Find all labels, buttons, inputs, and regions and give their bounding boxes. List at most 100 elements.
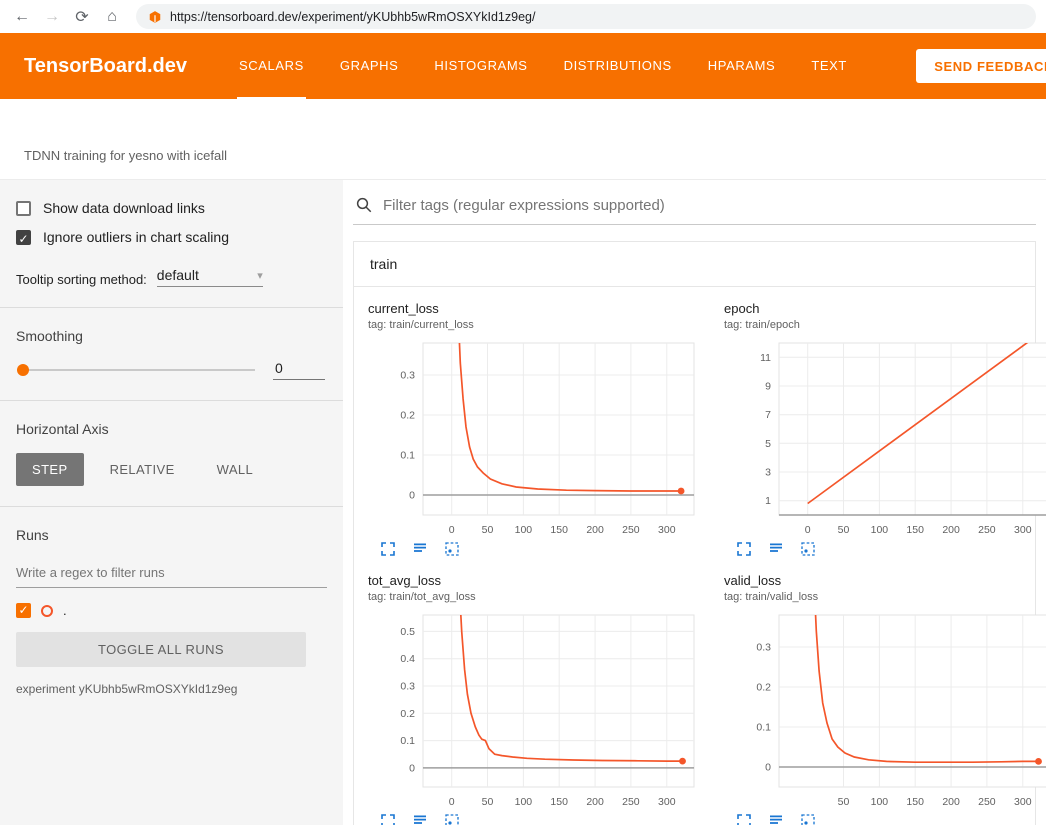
- data-lines-icon: [768, 541, 784, 557]
- search-icon: [355, 196, 373, 214]
- checkbox-label: Show data download links: [43, 200, 205, 216]
- checkbox-label: Ignore outliers in chart scaling: [43, 229, 229, 245]
- data-lines-icon: [412, 813, 428, 825]
- tab-scalars[interactable]: SCALARS: [237, 33, 306, 99]
- chart-data-button[interactable]: [412, 813, 428, 825]
- svg-text:100: 100: [871, 524, 889, 536]
- runs-label: Runs: [16, 527, 327, 543]
- svg-text:0.2: 0.2: [756, 682, 771, 694]
- horizontal-axis-label: Horizontal Axis: [16, 421, 327, 437]
- chart-toolbar: [724, 541, 1046, 557]
- run-checkbox[interactable]: ✓: [16, 603, 31, 618]
- tooltip-sorting-dropdown[interactable]: default ▾: [157, 267, 263, 287]
- smoothing-value-input[interactable]: 0: [273, 360, 325, 380]
- back-button[interactable]: ←: [10, 5, 34, 29]
- send-feedback-button[interactable]: SEND FEEDBACK: [916, 49, 1046, 83]
- chart-toolbar: [368, 813, 698, 825]
- chart-plot[interactable]: 5010015020025030000.10.20.3: [724, 609, 1046, 809]
- data-lines-icon: [412, 541, 428, 557]
- svg-text:200: 200: [586, 796, 604, 808]
- smoothing-slider-row: 0: [18, 360, 325, 380]
- chart-tag: tag: train/valid_loss: [724, 591, 1046, 603]
- home-button[interactable]: ⌂: [100, 5, 124, 29]
- fit-domain-button[interactable]: [444, 541, 460, 557]
- svg-text:200: 200: [942, 524, 960, 536]
- expand-icon: [736, 541, 752, 557]
- axis-relative-button[interactable]: RELATIVE: [94, 453, 191, 486]
- fit-domain-button[interactable]: [800, 813, 816, 825]
- run-name: .: [63, 603, 67, 618]
- runs-filter-input[interactable]: [16, 559, 327, 588]
- svg-text:200: 200: [942, 796, 960, 808]
- svg-text:150: 150: [550, 524, 568, 536]
- svg-text:1: 1: [765, 495, 771, 507]
- chart-data-button[interactable]: [412, 541, 428, 557]
- tab-distributions[interactable]: DISTRIBUTIONS: [562, 33, 674, 99]
- expand-chart-button[interactable]: [736, 541, 752, 557]
- brand-title: TensorBoard.dev: [24, 55, 187, 78]
- checkbox-show-data-download-links[interactable]: Show data download links: [16, 200, 327, 216]
- svg-text:50: 50: [838, 796, 850, 808]
- reload-button[interactable]: ⟳: [70, 5, 94, 29]
- smoothing-slider[interactable]: [18, 369, 255, 371]
- svg-text:150: 150: [906, 524, 924, 536]
- svg-text:0.3: 0.3: [400, 681, 415, 693]
- tab-graphs[interactable]: GRAPHS: [338, 33, 401, 99]
- chart-card-current_loss: current_loss tag: train/current_loss 050…: [358, 301, 708, 557]
- tab-hparams[interactable]: HPARAMS: [706, 33, 778, 99]
- svg-text:50: 50: [482, 524, 494, 536]
- chart-data-button[interactable]: [768, 813, 784, 825]
- checkbox-list: Show data download links ✓ Ignore outliers…: [16, 200, 327, 245]
- svg-text:150: 150: [550, 796, 568, 808]
- tab-histograms[interactable]: HISTOGRAMS: [432, 33, 529, 99]
- run-row: ✓ .: [16, 603, 327, 618]
- expand-chart-button[interactable]: [380, 813, 396, 825]
- tab-text[interactable]: TEXT: [809, 33, 849, 99]
- fit-domain-icon: [800, 541, 816, 557]
- svg-text:9: 9: [765, 381, 771, 393]
- chart-plot[interactable]: 05010015020025030000.10.20.30.40.5: [368, 609, 698, 809]
- nav-tabs: SCALARS GRAPHS HISTOGRAMS DISTRIBUTIONS HPAR…: [237, 33, 849, 99]
- fit-domain-icon: [444, 813, 460, 825]
- svg-text:0.2: 0.2: [400, 708, 415, 720]
- checkbox-ignore-outliers-in-chart-scaling[interactable]: ✓ Ignore outliers in chart scaling: [16, 229, 327, 245]
- svg-text:0: 0: [449, 796, 455, 808]
- axis-step-button[interactable]: STEP: [16, 453, 84, 486]
- fit-domain-button[interactable]: [444, 813, 460, 825]
- address-bar[interactable]: https://tensorboard.dev/experiment/yKUbh…: [136, 4, 1036, 29]
- chart-tag: tag: train/tot_avg_loss: [368, 591, 698, 603]
- axis-wall-button[interactable]: WALL: [201, 453, 270, 486]
- chart-data-button[interactable]: [768, 541, 784, 557]
- tensorboard-favicon-icon: [148, 10, 162, 24]
- expand-chart-button[interactable]: [736, 813, 752, 825]
- smoothing-label: Smoothing: [16, 328, 327, 344]
- svg-text:100: 100: [515, 796, 533, 808]
- fit-domain-button[interactable]: [800, 541, 816, 557]
- toggle-all-runs-button[interactable]: TOGGLE ALL RUNS: [16, 632, 306, 667]
- svg-text:0: 0: [409, 762, 415, 774]
- svg-text:3: 3: [765, 467, 771, 479]
- svg-text:250: 250: [978, 524, 996, 536]
- expand-icon: [380, 813, 396, 825]
- group-title[interactable]: train: [354, 242, 1035, 287]
- expand-chart-button[interactable]: [380, 541, 396, 557]
- svg-text:50: 50: [838, 524, 850, 536]
- chart-plot[interactable]: 0501001502002503001357911: [724, 337, 1046, 537]
- chart-toolbar: [368, 541, 698, 557]
- fit-domain-icon: [800, 813, 816, 825]
- url-text: https://tensorboard.dev/experiment/yKUbh…: [170, 10, 535, 24]
- tag-filter-input[interactable]: [383, 197, 1034, 214]
- slider-thumb[interactable]: [17, 364, 29, 376]
- svg-text:100: 100: [515, 524, 533, 536]
- svg-text:300: 300: [1014, 796, 1032, 808]
- forward-button[interactable]: →: [40, 5, 64, 29]
- divider: [0, 506, 343, 507]
- svg-text:0.3: 0.3: [756, 642, 771, 654]
- svg-text:250: 250: [978, 796, 996, 808]
- chart-title: epoch: [724, 301, 1046, 316]
- experiment-caption: experiment yKUbhb5wRmOSXYkId1z9eg: [16, 682, 327, 696]
- chart-plot[interactable]: 05010015020025030000.10.20.3: [368, 337, 698, 537]
- tag-filter-row: [353, 192, 1036, 225]
- checkbox-checked-icon: ✓: [16, 230, 31, 245]
- chart-toolbar: [724, 813, 1046, 825]
